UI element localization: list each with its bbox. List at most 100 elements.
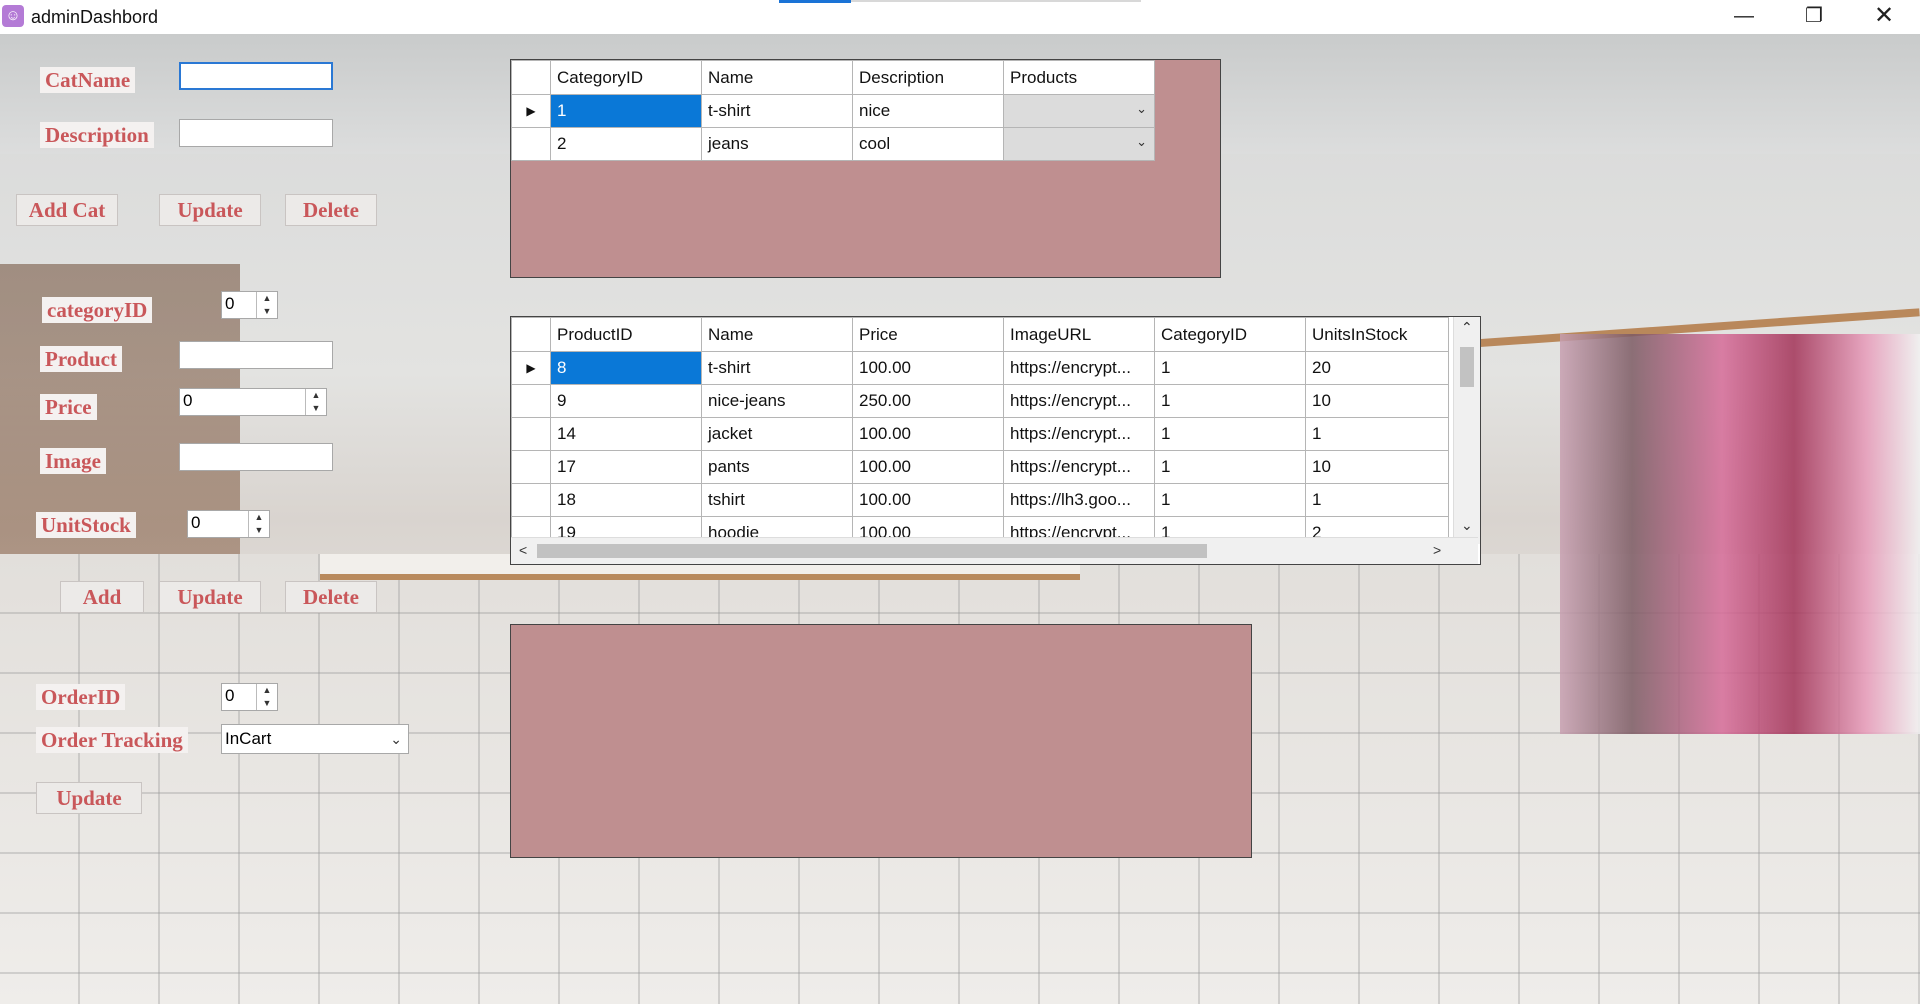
- stepper-up-icon[interactable]: ▲: [306, 389, 326, 402]
- row-header[interactable]: [511, 127, 551, 161]
- cell-name[interactable]: jacket: [701, 417, 853, 451]
- categoryid-stepper[interactable]: 0 ▲ ▼: [221, 291, 278, 319]
- cell-name[interactable]: jeans: [701, 127, 853, 161]
- row-header[interactable]: [511, 483, 551, 517]
- column-header[interactable]: Name: [701, 60, 853, 95]
- cell-unitsinstock[interactable]: 1: [1305, 417, 1449, 451]
- image-input[interactable]: [179, 443, 333, 471]
- cell-products-dropdown[interactable]: ⌄: [1003, 127, 1155, 161]
- cell-productid[interactable]: 18: [550, 483, 702, 517]
- product-input[interactable]: [179, 341, 333, 369]
- column-header[interactable]: ProductID: [550, 317, 702, 352]
- cell-description[interactable]: cool: [852, 127, 1004, 161]
- orders-grid[interactable]: [510, 624, 1252, 858]
- cell-categoryid[interactable]: 1: [1154, 417, 1306, 451]
- column-header[interactable]: UnitsInStock: [1305, 317, 1449, 352]
- stepper-up-icon[interactable]: ▲: [257, 684, 277, 697]
- categories-grid[interactable]: CategoryID Name Description Products ▶ 1…: [510, 59, 1221, 278]
- stepper-down-icon[interactable]: ▼: [249, 524, 269, 537]
- stepper-down-icon[interactable]: ▼: [257, 305, 277, 318]
- catname-input[interactable]: [179, 62, 333, 90]
- restore-icon[interactable]: ❐: [1780, 0, 1848, 34]
- cell-price[interactable]: 100.00: [852, 417, 1004, 451]
- price-stepper[interactable]: 0 ▲ ▼: [179, 388, 327, 416]
- cell-name[interactable]: tshirt: [701, 483, 853, 517]
- table-row[interactable]: 14 jacket 100.00 https://encrypt... 1 1: [511, 417, 1449, 451]
- cell-productid[interactable]: 17: [550, 450, 702, 484]
- row-header[interactable]: [511, 450, 551, 484]
- cell-description[interactable]: nice: [852, 94, 1004, 128]
- update-category-button[interactable]: Update: [159, 194, 261, 226]
- cell-categoryid[interactable]: 1: [1154, 483, 1306, 517]
- cell-unitsinstock[interactable]: 1: [1305, 483, 1449, 517]
- column-header[interactable]: Description: [852, 60, 1004, 95]
- cell-imageurl[interactable]: https://encrypt...: [1003, 351, 1155, 385]
- order-tracking-select[interactable]: InCart ⌄: [221, 724, 409, 754]
- cell-price[interactable]: 100.00: [852, 450, 1004, 484]
- scroll-left-icon[interactable]: <: [519, 542, 527, 558]
- delete-product-button[interactable]: Delete: [285, 581, 377, 613]
- cell-productid[interactable]: 14: [550, 417, 702, 451]
- cell-productid[interactable]: 8: [550, 351, 702, 385]
- cell-categoryid[interactable]: 1: [1154, 384, 1306, 418]
- table-row[interactable]: 18 tshirt 100.00 https://lh3.goo... 1 1: [511, 483, 1449, 517]
- column-header[interactable]: ImageURL: [1003, 317, 1155, 352]
- row-header[interactable]: [511, 417, 551, 451]
- current-row-arrow-icon[interactable]: ▶: [511, 94, 551, 128]
- delete-category-button[interactable]: Delete: [285, 194, 377, 226]
- cell-imageurl[interactable]: https://encrypt...: [1003, 450, 1155, 484]
- orderid-stepper[interactable]: 0 ▲ ▼: [221, 683, 278, 711]
- table-row[interactable]: 9 nice-jeans 250.00 https://encrypt... 1…: [511, 384, 1449, 418]
- cell-categoryid[interactable]: 1: [550, 94, 702, 128]
- cell-imageurl[interactable]: https://lh3.goo...: [1003, 483, 1155, 517]
- cell-name[interactable]: pants: [701, 450, 853, 484]
- cell-price[interactable]: 100.00: [852, 483, 1004, 517]
- cell-imageurl[interactable]: https://encrypt...: [1003, 384, 1155, 418]
- horizontal-scrollbar[interactable]: < >: [511, 537, 1478, 564]
- cell-name[interactable]: t-shirt: [701, 94, 853, 128]
- cell-imageurl[interactable]: https://encrypt...: [1003, 417, 1155, 451]
- table-row[interactable]: ▶ 1 t-shirt nice ⌄: [511, 94, 1155, 128]
- add-category-button[interactable]: Add Cat: [16, 194, 118, 226]
- minimize-icon[interactable]: —: [1710, 0, 1778, 34]
- scroll-down-icon[interactable]: ⌄: [1461, 517, 1473, 534]
- unitstock-stepper[interactable]: 0 ▲ ▼: [187, 510, 270, 538]
- column-header[interactable]: CategoryID: [550, 60, 702, 95]
- description-input[interactable]: [179, 119, 333, 147]
- stepper-down-icon[interactable]: ▼: [257, 697, 277, 710]
- cell-price[interactable]: 250.00: [852, 384, 1004, 418]
- scroll-up-icon[interactable]: ⌃: [1461, 319, 1473, 336]
- products-grid[interactable]: ProductID Name Price ImageURL CategoryID…: [510, 316, 1481, 565]
- stepper-up-icon[interactable]: ▲: [249, 511, 269, 524]
- cell-name[interactable]: nice-jeans: [701, 384, 853, 418]
- column-header[interactable]: Price: [852, 317, 1004, 352]
- cell-products-dropdown[interactable]: ⌄: [1003, 94, 1155, 128]
- table-row[interactable]: ▶ 8 t-shirt 100.00 https://encrypt... 1 …: [511, 351, 1449, 385]
- current-row-arrow-icon[interactable]: ▶: [511, 351, 551, 385]
- horizontal-scroll-thumb[interactable]: [537, 544, 1207, 558]
- table-row[interactable]: 17 pants 100.00 https://encrypt... 1 10: [511, 450, 1449, 484]
- cell-unitsinstock[interactable]: 10: [1305, 384, 1449, 418]
- add-product-button[interactable]: Add: [60, 581, 144, 613]
- column-header[interactable]: CategoryID: [1154, 317, 1306, 352]
- update-product-button[interactable]: Update: [159, 581, 261, 613]
- cell-categoryid[interactable]: 2: [550, 127, 702, 161]
- cell-productid[interactable]: 9: [550, 384, 702, 418]
- cell-categoryid[interactable]: 1: [1154, 351, 1306, 385]
- cell-price[interactable]: 100.00: [852, 351, 1004, 385]
- row-header[interactable]: [511, 384, 551, 418]
- cell-unitsinstock[interactable]: 20: [1305, 351, 1449, 385]
- scroll-right-icon[interactable]: >: [1433, 542, 1441, 558]
- update-order-button[interactable]: Update: [36, 782, 142, 814]
- cell-unitsinstock[interactable]: 10: [1305, 450, 1449, 484]
- stepper-down-icon[interactable]: ▼: [306, 402, 326, 415]
- cell-categoryid[interactable]: 1: [1154, 450, 1306, 484]
- vertical-scroll-thumb[interactable]: [1460, 347, 1474, 387]
- vertical-scrollbar[interactable]: ⌃ ⌄: [1453, 317, 1480, 544]
- table-row[interactable]: 2 jeans cool ⌄: [511, 127, 1155, 161]
- close-icon[interactable]: ✕: [1850, 0, 1918, 34]
- stepper-up-icon[interactable]: ▲: [257, 292, 277, 305]
- column-header[interactable]: Products: [1003, 60, 1155, 95]
- cell-name[interactable]: t-shirt: [701, 351, 853, 385]
- column-header[interactable]: Name: [701, 317, 853, 352]
